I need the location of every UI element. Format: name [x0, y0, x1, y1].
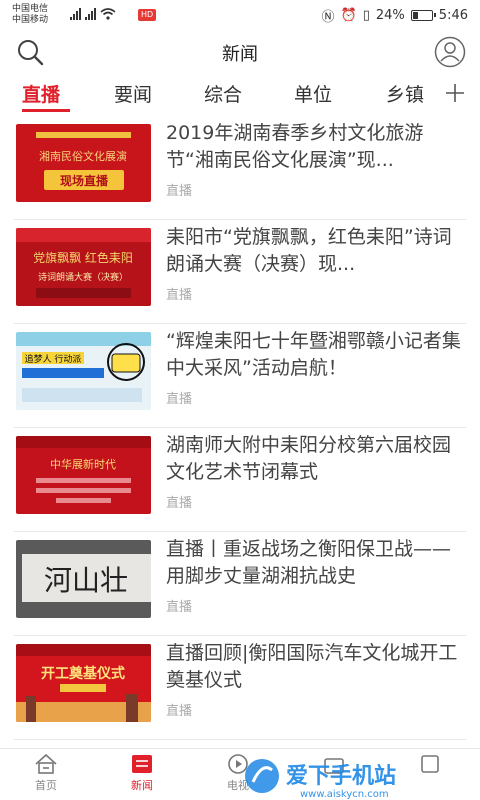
hd-badge: HD — [138, 9, 157, 21]
news-icon — [132, 755, 152, 773]
thumbnail-image: 开工奠基仪式 — [16, 644, 151, 722]
vibrate-icon: ▯ — [362, 8, 370, 23]
list-item[interactable]: 湘南民俗文化展演 现场直播 2019年湖南春季乡村文化旅游节“湘南民俗文化展演”… — [0, 116, 480, 220]
user-icon[interactable] — [434, 36, 466, 68]
signal-2-icon — [85, 8, 96, 20]
svg-text:开工奠基仪式: 开工奠基仪式 — [41, 665, 125, 682]
tab-units[interactable]: 单位 — [294, 80, 332, 107]
clock: 5:46 — [438, 8, 468, 23]
svg-text:党旗飘飘 红色耒阳: 党旗飘飘 红色耒阳 — [33, 250, 133, 265]
svg-text:湘南民俗文化展演: 湘南民俗文化展演 — [39, 149, 127, 163]
thumbnail-image: 中华展新时代 — [16, 436, 151, 514]
thumbnail: 追梦人 行动派 — [16, 332, 151, 410]
item-title: “辉煌耒阳七十年暨湘鄂赣小记者集中大采风”活动启航！ — [166, 330, 461, 379]
category-tabs: 直播 要闻 综合 单位 乡镇 — [0, 76, 480, 116]
svg-text:现场直播: 现场直播 — [60, 173, 109, 188]
tab-live[interactable]: 直播 — [22, 80, 60, 107]
svg-text:诗词朗诵大赛（决赛）: 诗词朗诵大赛（决赛） — [38, 271, 128, 283]
item-title: 直播丨重返战场之衡阳保卫战——用脚步丈量湖湘抗战史 — [166, 538, 452, 587]
list-item[interactable]: 追梦人 行动派 “辉煌耒阳七十年暨湘鄂赣小记者集中大采风”活动启航！ 直播 — [0, 324, 480, 428]
svg-text:河山壮: 河山壮 — [44, 564, 128, 597]
tab-headlines[interactable]: 要闻 — [114, 80, 152, 107]
item-tag: 直播 — [166, 496, 193, 511]
status-bar: 中国电信 中国移动 HD Ⓝ ⏰ ▯ 24% 5:46 — [0, 0, 480, 30]
svg-text:中华展新时代: 中华展新时代 — [50, 457, 116, 471]
nfc-icon: Ⓝ — [321, 10, 335, 25]
item-title: 耒阳市“党旗飘飘，红色耒阳”诗词朗诵大赛（决赛）现... — [166, 226, 452, 275]
list-item[interactable]: 党旗飘飘 红色耒阳 诗词朗诵大赛（决赛） 耒阳市“党旗飘飘，红色耒阳”诗词朗诵大… — [0, 220, 480, 324]
active-tab-indicator — [22, 109, 70, 112]
thumbnail: 党旗飘飘 红色耒阳 诗词朗诵大赛（决赛） — [16, 228, 151, 306]
item-title: 2019年湖南春季乡村文化旅游节“湘南民俗文化展演”现... — [166, 122, 424, 171]
svg-text:www.aiskycn.com: www.aiskycn.com — [300, 789, 389, 800]
svg-text:追梦人 行动派: 追梦人 行动派 — [25, 353, 82, 365]
add-channel-icon[interactable] — [444, 82, 466, 104]
nav-news[interactable]: 新闻 — [112, 753, 172, 793]
tab-general[interactable]: 综合 — [204, 80, 242, 107]
page-title: 新闻 — [222, 44, 258, 65]
news-list: 湘南民俗文化展演 现场直播 2019年湖南春季乡村文化旅游节“湘南民俗文化展演”… — [0, 116, 480, 744]
top-header: 新闻 — [0, 30, 480, 74]
thumbnail-image: 河山壮 — [16, 540, 151, 618]
carrier-info: 中国电信 中国移动 — [12, 4, 48, 26]
carrier-1: 中国电信 — [12, 4, 49, 14]
nav-home-label: 首页 — [35, 779, 57, 792]
list-item[interactable]: 河山壮 直播丨重返战场之衡阳保卫战——用脚步丈量湖湘抗战史 直播 — [0, 532, 480, 636]
thumbnail-image: 追梦人 行动派 — [16, 332, 151, 410]
item-tag: 直播 — [166, 392, 193, 407]
carrier-2: 中国移动 — [12, 15, 49, 25]
thumbnail-image: 湘南民俗文化展演 现场直播 — [16, 124, 151, 202]
alarm-icon: ⏰ — [340, 8, 357, 23]
item-title: 直播回顾|衡阳国际汽车文化城开工奠基仪式 — [166, 642, 458, 691]
list-item[interactable]: 开工奠基仪式 直播回顾|衡阳国际汽车文化城开工奠基仪式 直播 — [0, 636, 480, 740]
svg-text:爱下手机站: 爱下手机站 — [286, 764, 396, 789]
home-icon — [35, 753, 57, 774]
thumbnail-image: 党旗飘飘 红色耒阳 诗词朗诵大赛（决赛） — [16, 228, 151, 306]
signal-group — [70, 8, 116, 20]
thumbnail: 湘南民俗文化展演 现场直播 — [16, 124, 151, 202]
item-tag: 直播 — [166, 184, 193, 199]
wifi-icon — [100, 8, 116, 20]
item-tag: 直播 — [166, 704, 193, 719]
thumbnail: 河山壮 — [16, 540, 151, 618]
watermark-logo: 爱下手机站 www.aiskycn.com — [245, 759, 396, 800]
thumbnail: 中华展新时代 — [16, 436, 151, 514]
divider — [14, 739, 466, 740]
nav-home[interactable]: 首页 — [16, 753, 76, 793]
item-tag: 直播 — [166, 600, 193, 615]
list-item[interactable]: 中华展新时代 湖南师大附中耒阳分校第六届校园文化艺术节闭幕式 直播 — [0, 428, 480, 532]
battery-icon — [410, 10, 436, 21]
tab-towns[interactable]: 乡镇 — [386, 80, 424, 107]
item-tag: 直播 — [166, 288, 193, 303]
thumbnail: 开工奠基仪式 — [16, 644, 151, 722]
signal-1-icon — [70, 8, 81, 20]
battery-percent: 24% — [375, 8, 405, 23]
nav-news-label: 新闻 — [131, 779, 153, 792]
item-title: 湖南师大附中耒阳分校第六届校园文化艺术节闭幕式 — [166, 434, 452, 483]
status-right: Ⓝ ⏰ ▯ 24% 5:46 — [322, 6, 468, 25]
